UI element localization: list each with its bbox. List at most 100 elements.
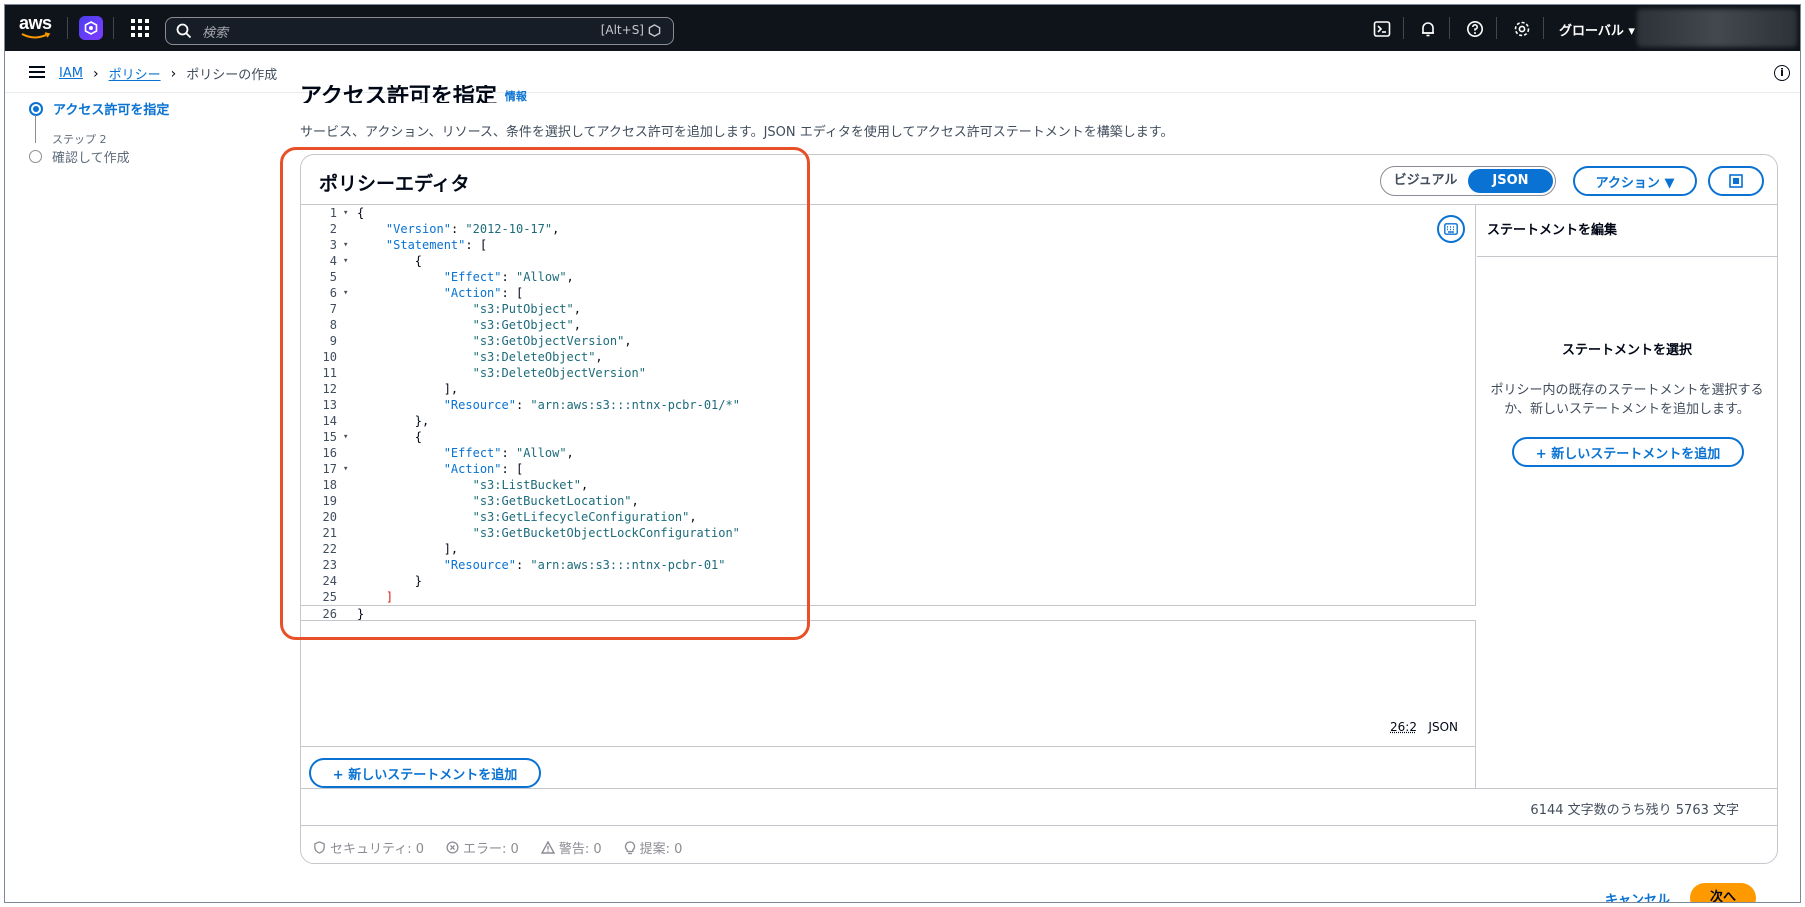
validation-summary: セキュリティ: 0 エラー: 0 警告: 0 提案: 0 <box>313 838 682 857</box>
code-line[interactable]: 10 "s3:DeleteObject", <box>301 349 1476 365</box>
menu-hamburger-icon[interactable] <box>29 66 45 78</box>
account-menu-redacted[interactable] <box>1637 9 1797 47</box>
page-description: サービス、アクション、リソース、条件を選択してアクセス許可を追加します。JSON… <box>300 125 1174 140</box>
mode-json-button[interactable]: JSON <box>1468 169 1553 193</box>
cancel-button[interactable]: キャンセル <box>1605 889 1670 903</box>
notifications-bell-icon[interactable] <box>1419 20 1437 38</box>
actions-dropdown-button[interactable]: アクション ▼ <box>1573 166 1697 196</box>
code-line[interactable]: 2 "Version": "2012-10-17", <box>301 221 1476 237</box>
line-number: 25 <box>322 590 337 604</box>
search-bar[interactable]: 検索 [Alt+S] <box>165 17 674 45</box>
code-line[interactable]: 26} <box>301 605 1476 621</box>
breadcrumb-policies[interactable]: ポリシー <box>109 64 161 83</box>
code-text: "s3:GetLifecycleConfiguration", <box>472 510 697 524</box>
code-line[interactable]: 6 ▾ "Action": [ <box>301 285 1476 301</box>
code-line[interactable]: 4 ▾ { <box>301 253 1476 269</box>
code-line[interactable]: 17 ▾ "Action": [ <box>301 461 1476 477</box>
json-editor[interactable]: 1 ▾{2 "Version": "2012-10-17", 3 ▾ "Stateme… <box>301 205 1476 789</box>
code-line[interactable]: 23 "Resource": "arn:aws:s3:::ntnx-pcbr-0… <box>301 557 1476 573</box>
mode-visual-button[interactable]: ビジュアル <box>1383 169 1468 193</box>
code-line[interactable]: 21 "s3:GetBucketObjectLockConfiguration" <box>301 525 1476 541</box>
security-count[interactable]: セキュリティ: 0 <box>313 838 424 857</box>
aws-smile-icon <box>21 32 51 39</box>
breadcrumb-iam[interactable]: IAM <box>59 66 83 81</box>
code-text: "Action": [ <box>443 462 524 476</box>
app-shortcut-icon[interactable] <box>79 16 103 40</box>
code-line[interactable]: 24 } <box>301 573 1476 589</box>
code-text: "s3:DeleteObjectVersion" <box>472 366 646 380</box>
step-inactive-dot-icon <box>29 150 42 163</box>
code-line[interactable]: 7 "s3:PutObject", <box>301 301 1476 317</box>
nav-divider <box>1496 17 1497 39</box>
next-button[interactable]: 次へ <box>1690 883 1757 902</box>
code-line[interactable]: 16 "Effect": "Allow", <box>301 445 1476 461</box>
line-number: 6 <box>329 286 337 300</box>
top-navigation: aws 検索 [Alt+S] グローバル ▾ <box>5 5 1800 51</box>
code-text: "Effect": "Allow", <box>443 446 574 460</box>
warning-icon <box>540 841 555 854</box>
code-line[interactable]: 22 ], <box>301 541 1476 557</box>
fold-caret-icon[interactable]: ▾ <box>343 253 348 269</box>
code-line[interactable]: 20 "s3:GetLifecycleConfiguration", <box>301 509 1476 525</box>
step-1[interactable]: アクセス許可を指定 <box>29 99 169 118</box>
info-link[interactable]: 情報 <box>505 90 527 103</box>
warning-count[interactable]: 警告: 0 <box>540 838 602 857</box>
region-selector[interactable]: グローバル ▾ <box>1559 20 1635 39</box>
character-count-row: 6144 文字数のうち残り 5763 文字 <box>301 788 1777 826</box>
code-line[interactable]: 9 "s3:GetObjectVersion", <box>301 333 1476 349</box>
code-line[interactable]: 19 "s3:GetBucketLocation", <box>301 493 1476 509</box>
code-line[interactable]: 1 ▾ { <box>301 205 1476 221</box>
fullscreen-button[interactable] <box>1708 166 1764 196</box>
settings-gear-icon[interactable] <box>1513 20 1531 38</box>
language-mode: JSON <box>1428 720 1458 734</box>
code-lines[interactable]: 1 ▾{2 "Version": "2012-10-17", 3 ▾ "Stateme… <box>301 205 1476 621</box>
error-count[interactable]: エラー: 0 <box>446 838 519 857</box>
fold-caret-icon[interactable]: ▾ <box>343 205 348 221</box>
search-icon <box>176 23 192 39</box>
fold-caret-icon[interactable]: ▾ <box>343 285 348 301</box>
services-grid-icon[interactable] <box>131 19 149 37</box>
editor-area: 1 ▾{2 "Version": "2012-10-17", 3 ▾ "Stateme… <box>301 204 1777 789</box>
add-statement-button[interactable]: + 新しいステートメントを追加 <box>309 758 541 788</box>
fold-caret-icon[interactable]: ▾ <box>343 237 348 253</box>
code-line[interactable]: 12 ], <box>301 381 1476 397</box>
step-2-sub: ステップ 2 <box>52 133 107 146</box>
aws-logo[interactable]: aws <box>19 14 59 42</box>
line-number: 20 <box>322 510 337 524</box>
statement-side-panel: ステートメントを編集 ステートメントを選択 ポリシー内の既存のステートメントを選… <box>1477 205 1777 789</box>
line-number: 12 <box>322 382 337 396</box>
keyboard-shortcuts-icon[interactable] <box>1437 215 1465 243</box>
code-text: } <box>357 574 423 588</box>
code-line[interactable]: 13 "Resource": "arn:aws:s3:::ntnx-pcbr-0… <box>301 397 1476 413</box>
line-number: 2 <box>329 222 337 236</box>
editor-divider <box>301 746 1476 747</box>
policy-editor-title: ポリシーエディタ <box>319 173 470 195</box>
code-line[interactable]: 18 "s3:ListBucket", <box>301 477 1476 493</box>
nav-divider <box>113 17 114 39</box>
side-add-statement-button[interactable]: + 新しいステートメントを追加 <box>1512 437 1744 467</box>
suggestion-count[interactable]: 提案: 0 <box>624 838 682 857</box>
help-icon[interactable] <box>1466 20 1484 38</box>
code-line[interactable]: 5 "Effect": "Allow", <box>301 269 1476 285</box>
line-number: 1 <box>329 206 337 220</box>
line-number: 5 <box>329 270 337 284</box>
code-line[interactable]: 25 ] <box>301 589 1476 605</box>
line-number: 15 <box>322 430 337 444</box>
line-number: 23 <box>322 558 337 572</box>
cloudshell-icon[interactable] <box>1373 20 1391 38</box>
code-text: "s3:DeleteObject", <box>472 350 603 364</box>
code-line[interactable]: 15 ▾ { <box>301 429 1476 445</box>
fold-caret-icon[interactable]: ▾ <box>343 461 348 477</box>
fold-caret-icon[interactable]: ▾ <box>343 429 348 445</box>
code-text: "Effect": "Allow", <box>443 270 574 284</box>
line-number: 18 <box>322 478 337 492</box>
code-line[interactable]: 3 ▾ "Statement": [ <box>301 237 1476 253</box>
info-icon[interactable]: i <box>1774 65 1790 81</box>
code-line[interactable]: 8 "s3:GetObject", <box>301 317 1476 333</box>
code-line[interactable]: 14 }, <box>301 413 1476 429</box>
code-text: "Statement": [ <box>385 238 488 252</box>
code-line[interactable]: 11 "s3:DeleteObjectVersion" <box>301 365 1476 381</box>
side-panel-empty-description: ポリシー内の既存のステートメントを選択するか、新しいステートメントを追加します。 <box>1490 383 1764 417</box>
code-text: "s3:GetObjectVersion", <box>472 334 632 348</box>
line-number: 11 <box>322 366 337 380</box>
